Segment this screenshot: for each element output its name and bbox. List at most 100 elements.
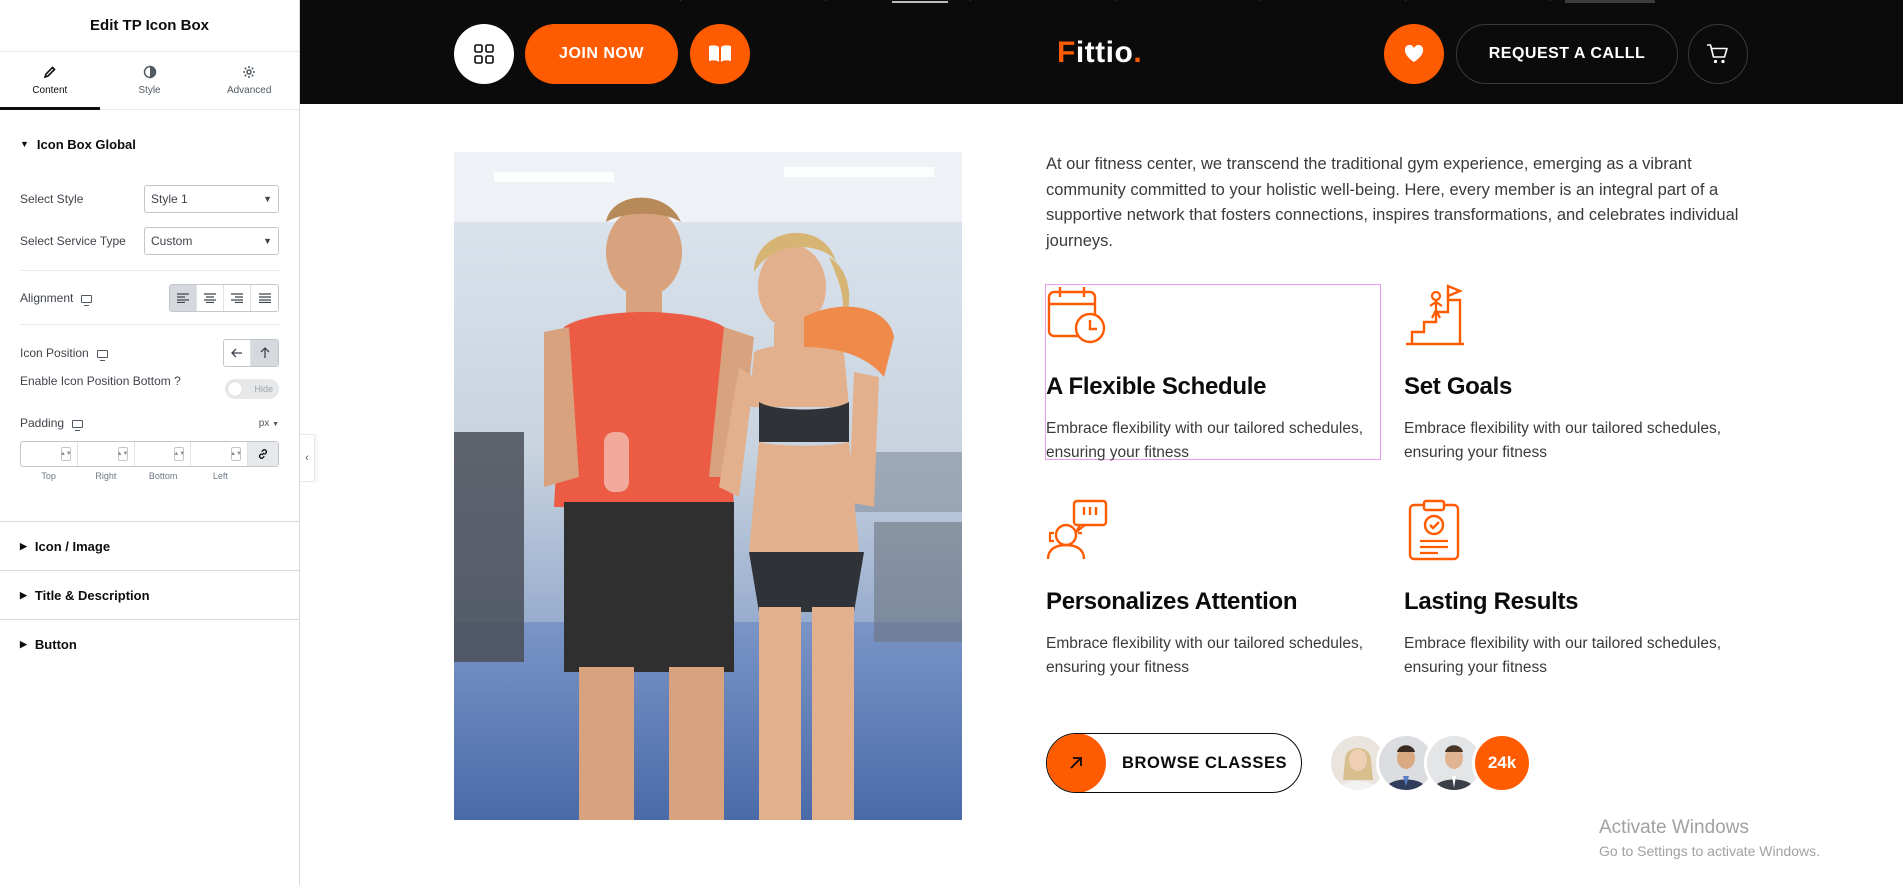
feature-card[interactable]: Set Goals Embrace flexibility with our t… — [1404, 284, 1744, 465]
caret-right-icon: ▶ — [20, 589, 27, 600]
select-style-value: Style 1 — [151, 192, 188, 206]
alignment-label: Alignment — [20, 291, 74, 305]
watermark-subtitle: Go to Settings to activate Windows. — [1599, 843, 1820, 859]
caret-down-icon: ▼ — [20, 139, 29, 149]
member-avatars: 24k — [1328, 733, 1532, 793]
intro-paragraph: At our fitness center, we transcend the … — [1046, 155, 1739, 250]
panel-title: Edit TP Icon Box — [0, 0, 299, 52]
position-top-button[interactable] — [251, 340, 278, 366]
feature-title: Set Goals — [1404, 373, 1513, 400]
feature-text: Embrace flexibility with our tailored sc… — [1046, 420, 1364, 461]
monitor-icon[interactable] — [72, 419, 84, 431]
label-right: Right — [95, 471, 117, 481]
feature-card[interactable]: Lasting Results Embrace flexibility with… — [1404, 499, 1744, 680]
top-bar-segment — [1565, 0, 1655, 3]
padding-label: Padding — [20, 416, 65, 430]
align-right-button[interactable] — [224, 285, 251, 311]
spinner-icon[interactable]: ▲▼ — [173, 447, 185, 461]
spinner-icon[interactable]: ▲▼ — [230, 447, 242, 461]
menu-grid-button[interactable] — [454, 24, 514, 84]
enable-icon-bottom-toggle[interactable]: Hide — [225, 379, 279, 399]
select-service-type-value: Custom — [151, 234, 193, 248]
join-now-button[interactable]: JOIN NOW — [525, 24, 678, 84]
site-header: JOIN NOW Fittio. REQUEST A CALLL — [300, 0, 1903, 104]
position-left-button[interactable] — [224, 340, 251, 366]
browse-classes-label: BROWSE CLASSES — [1122, 753, 1288, 772]
tab-content[interactable]: Content — [0, 52, 100, 110]
wishlist-button[interactable] — [1384, 24, 1444, 84]
tab-content-label: Content — [32, 85, 68, 96]
chevron-down-icon: ▼ — [272, 420, 279, 428]
feature-title: A Flexible Schedule — [1046, 373, 1267, 400]
align-left-button[interactable] — [170, 285, 197, 311]
section-title: Title & Description — [34, 587, 150, 603]
watermark-title: Activate Windows — [1599, 817, 1749, 838]
member-count-badge: 24k — [1472, 733, 1532, 793]
padding-bottom-input[interactable]: ▲▼ — [135, 442, 192, 466]
feature-title: Personalizes Attention — [1046, 588, 1298, 615]
icon-position-buttons — [223, 339, 279, 367]
unit-select[interactable]: px ▼ — [259, 418, 279, 429]
grid-icon — [474, 44, 494, 64]
open-book-icon — [709, 45, 731, 62]
monitor-icon[interactable] — [96, 349, 108, 361]
label-top: Top — [41, 471, 56, 481]
select-service-type-dropdown[interactable]: Custom ▼ — [144, 227, 279, 255]
arrow-up-right-icon — [1070, 757, 1082, 769]
collapse-panel-button[interactable]: ‹ — [300, 434, 315, 482]
icon-position-label: Icon Position — [20, 346, 89, 360]
padding-left-input[interactable]: ▲▼ — [191, 442, 248, 466]
feature-card[interactable]: Personalizes Attention Embrace flexibili… — [1046, 499, 1386, 680]
chevron-left-icon: ‹ — [305, 452, 309, 464]
top-strip — [300, 0, 1903, 4]
padding-fields: ▲▼ ▲▼ ▲▼ ▲▼ — [20, 441, 279, 467]
section-icon-image[interactable]: ▶ Icon / Image — [0, 522, 299, 570]
gym-couple-photo — [454, 152, 962, 820]
feature-text: Embrace flexibility with our tailored sc… — [1404, 635, 1722, 676]
heart-icon — [1404, 45, 1424, 62]
clipboard-check-icon — [1408, 499, 1460, 561]
label-bottom: Bottom — [148, 471, 178, 481]
arrow-circle — [1047, 734, 1106, 792]
half-circle-icon — [143, 65, 156, 79]
section-button[interactable]: ▶ Button — [0, 620, 299, 668]
logo-text: ittio — [1075, 36, 1134, 69]
select-style-label: Select Style — [20, 192, 84, 206]
monitor-icon[interactable] — [81, 294, 93, 306]
person-chat-icon — [1046, 499, 1108, 560]
request-call-button[interactable]: REQUEST A CALLL — [1456, 24, 1678, 84]
label-left: Left — [212, 471, 228, 481]
feature-title: Lasting Results — [1404, 588, 1579, 615]
pencil-icon — [43, 66, 56, 79]
tab-style[interactable]: Style — [100, 52, 200, 109]
spinner-icon[interactable]: ▲▼ — [117, 447, 128, 461]
logo-dot: . — [1133, 36, 1143, 69]
section-icon-box-global[interactable]: ▼ Icon Box Global — [0, 120, 299, 168]
toggle-state: Hide — [254, 384, 273, 394]
alignment-label-wrap: Alignment — [20, 291, 93, 306]
link-icon[interactable] — [248, 442, 278, 466]
align-center-button[interactable] — [197, 285, 224, 311]
alignment-buttons — [169, 284, 279, 312]
select-style-dropdown[interactable]: Style 1 ▼ — [144, 185, 279, 213]
padding-label-wrap: Padding — [20, 416, 84, 431]
feature-card[interactable]: A Flexible Schedule Embrace flexibility … — [1046, 284, 1386, 465]
photo-illustration — [454, 152, 962, 820]
site-logo[interactable]: Fittio. — [1057, 36, 1142, 70]
align-justify-button[interactable] — [251, 285, 278, 311]
gear-icon — [243, 66, 256, 78]
browse-classes-button[interactable]: BROWSE CLASSES — [1046, 733, 1302, 793]
spinner-icon[interactable]: ▲▼ — [60, 447, 72, 461]
activate-windows-watermark: Activate Windows Go to Settings to activ… — [1599, 817, 1820, 859]
padding-top-input[interactable]: ▲▼ — [21, 442, 78, 466]
section-title: Icon Box Global — [36, 136, 136, 152]
cart-button[interactable] — [1688, 24, 1748, 84]
padding-right-input[interactable]: ▲▼ — [78, 442, 135, 466]
section-title-description[interactable]: ▶ Title & Description — [0, 571, 299, 619]
chevron-down-icon: ▼ — [263, 194, 272, 204]
calendar-clock-icon — [1047, 287, 1106, 344]
feature-text: Embrace flexibility with our tailored sc… — [1404, 420, 1722, 461]
caret-right-icon: ▶ — [20, 638, 27, 649]
tab-advanced[interactable]: Advanced — [199, 52, 299, 109]
book-button[interactable] — [690, 24, 750, 84]
